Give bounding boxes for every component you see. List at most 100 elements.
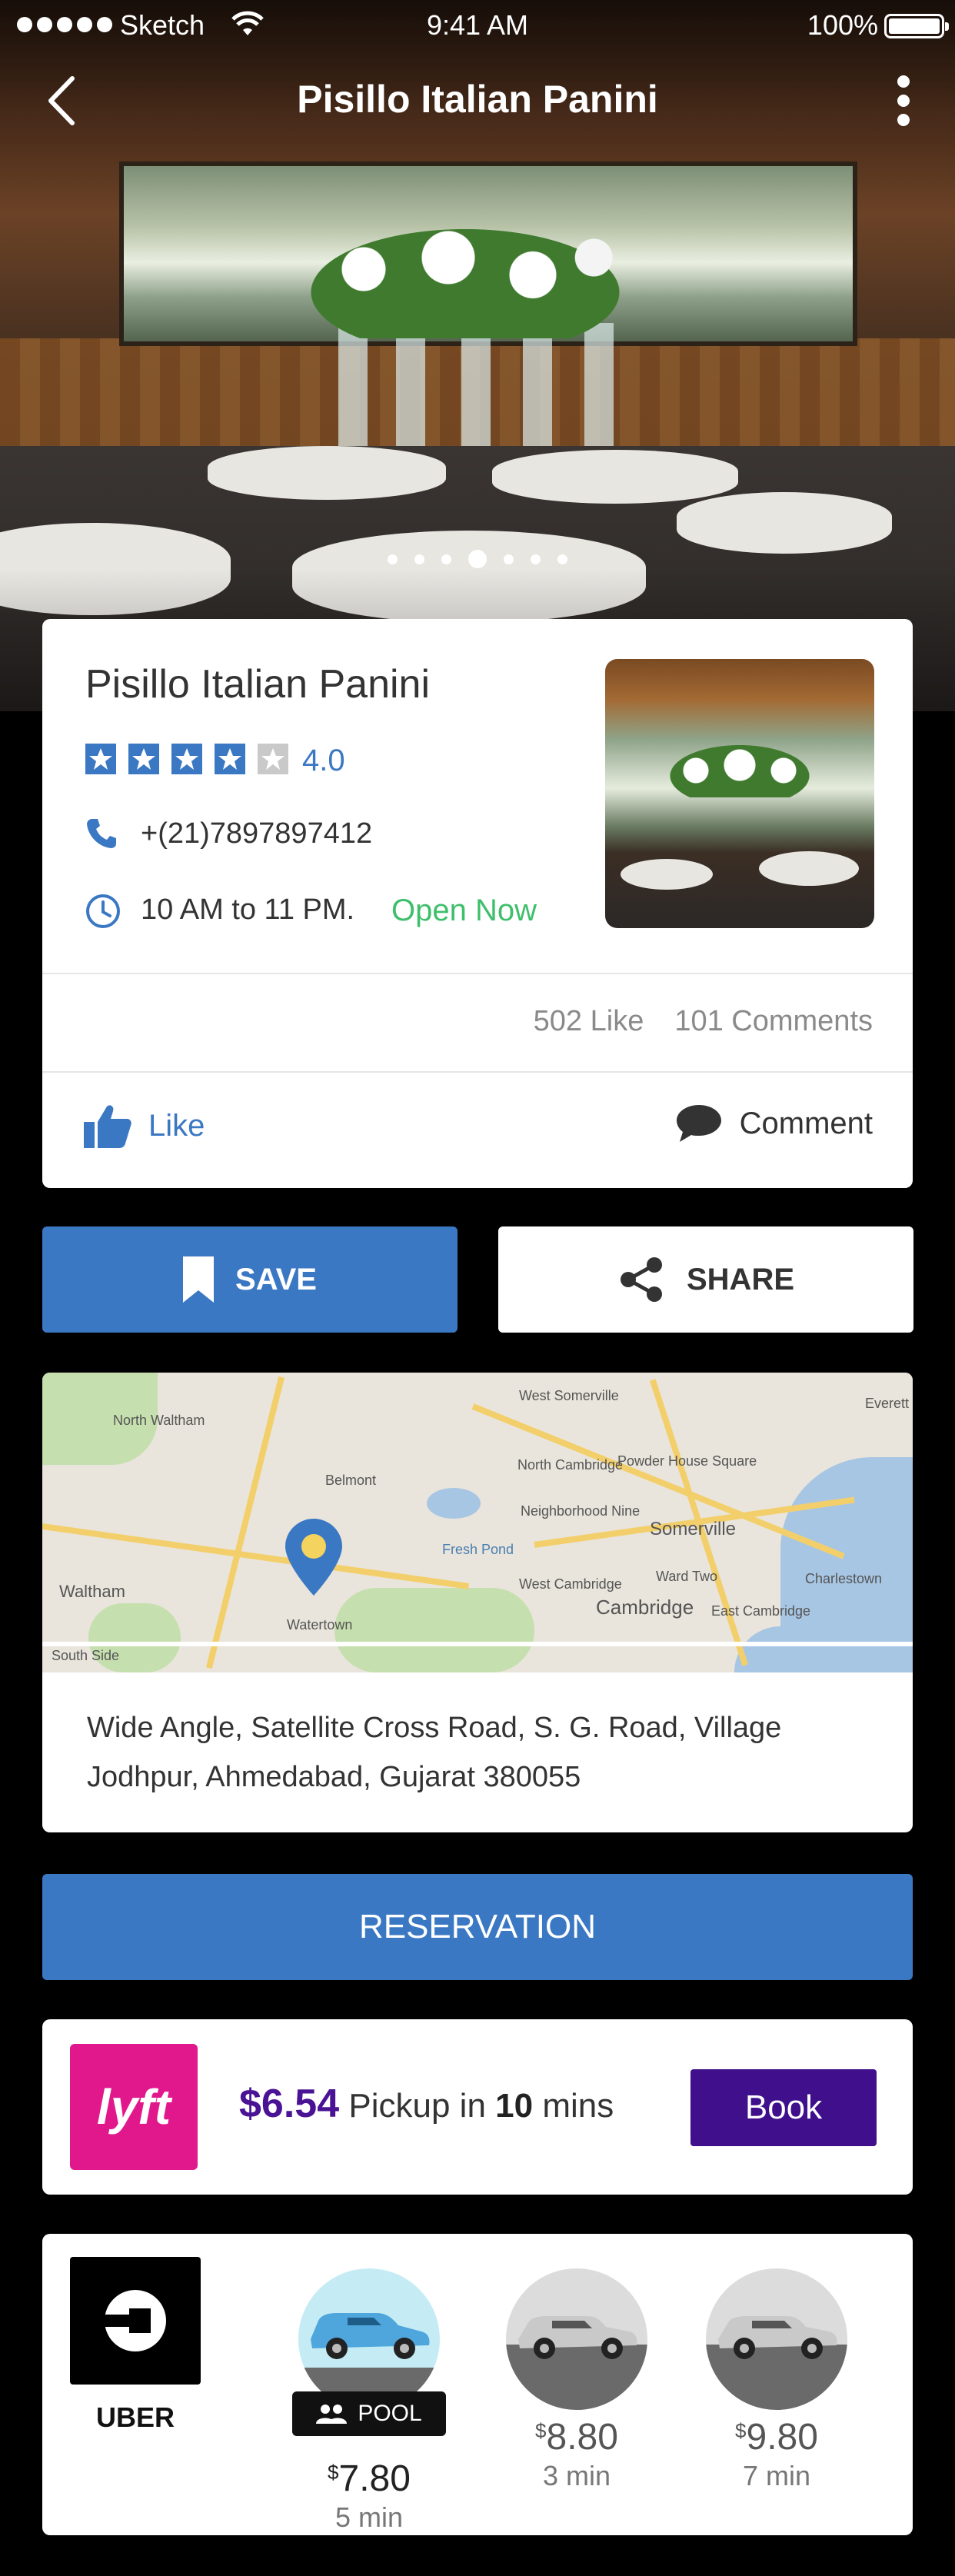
map-pond (427, 1488, 481, 1519)
car-icon (718, 2316, 837, 2359)
star-icon (171, 744, 202, 774)
comment-count[interactable]: 101 Comments (674, 1005, 873, 1038)
opening-hours: 10 AM to 11 PM. (141, 894, 355, 926)
map-label: North Waltham (113, 1413, 205, 1428)
star-icon (85, 744, 116, 774)
map-label: East Cambridge (711, 1603, 811, 1619)
ride-price: $9.80 (735, 2417, 818, 2458)
like-label: Like (148, 1108, 205, 1143)
map-view[interactable]: North Waltham Belmont North Cambridge Po… (42, 1373, 913, 1672)
share-icon (620, 1257, 662, 1302)
map-label: South Side (52, 1648, 120, 1663)
pager-dot[interactable] (441, 554, 451, 564)
pager-dot[interactable] (557, 554, 567, 564)
pager-dot[interactable] (468, 550, 487, 568)
more-vertical-icon[interactable] (892, 75, 915, 126)
map-label: Somerville (650, 1519, 737, 1539)
pool-label: POOL (358, 2401, 422, 2426)
uber-ride-option[interactable]: $9.80 7 min (700, 2268, 854, 2492)
phone-number[interactable]: +(21)7897897412 (141, 817, 372, 850)
map-label: Neighborhood Nine (521, 1503, 641, 1519)
lyft-pickup-suffix: mins (542, 2087, 614, 2125)
like-count[interactable]: 502 Like (534, 1005, 644, 1038)
lyft-price: $6.54 (239, 2082, 340, 2126)
map-label: West Cambridge (519, 1576, 622, 1592)
open-status: Open Now (391, 894, 537, 927)
map-road (42, 1642, 913, 1646)
star-icon (215, 744, 245, 774)
map-label: Waltham (59, 1582, 125, 1601)
thumbs-up-icon (84, 1105, 131, 1148)
pager-dot[interactable] (388, 554, 398, 564)
address-text: Wide Angle, Satellite Cross Road, S. G. … (87, 1712, 782, 1793)
star-icon (128, 744, 159, 774)
reservation-button[interactable]: RESERVATION (42, 1874, 913, 1980)
car-icon (518, 2316, 637, 2359)
map-label: West Somerville (519, 1388, 619, 1403)
car-illustration (506, 2268, 647, 2410)
book-button[interactable]: Book (690, 2069, 877, 2146)
map-label: Powder House Square (617, 1453, 757, 1469)
lyft-card: lyft $6.54 Pickup in 10 mins Book (42, 2019, 913, 2195)
ride-eta: 3 min (542, 2460, 611, 2491)
status-bar: Sketch 9:41 AM 100% (0, 0, 955, 51)
pager-dot[interactable] (414, 554, 424, 564)
restaurant-info-card: Pisillo Italian Panini 4.0 +(21)78978974… (42, 619, 913, 1188)
comment-icon (676, 1105, 721, 1142)
uber-logo-icon (98, 2290, 166, 2351)
battery-percent: 100% (807, 9, 878, 41)
engagement-counts: 502 Like 101 Comments (534, 1005, 873, 1038)
ride-price: $8.80 (535, 2417, 618, 2458)
save-label: SAVE (235, 1262, 317, 1296)
clock-icon (86, 894, 120, 928)
lyft-offer: $6.54 Pickup in 10 mins (239, 2081, 614, 2127)
restaurant-thumbnail[interactable] (605, 659, 874, 928)
map-label: Ward Two (656, 1569, 718, 1584)
ride-eta: 5 min (334, 2501, 404, 2533)
thumb-flowers (667, 744, 813, 797)
lyft-logo: lyft (70, 2044, 198, 2170)
thumb-table (621, 859, 713, 890)
bookmark-icon (183, 1256, 215, 1303)
map-pin-icon[interactable] (282, 1516, 345, 1599)
location-card: North Waltham Belmont North Cambridge Po… (42, 1373, 913, 1832)
like-button[interactable]: Like (84, 1103, 205, 1148)
ride-eta: 7 min (742, 2460, 811, 2491)
thumb-table (759, 851, 859, 886)
page-title: Pisillo Italian Panini (297, 78, 658, 121)
map-label: Watertown (287, 1617, 353, 1632)
battery-icon (884, 14, 949, 38)
ride-price: $7.80 (328, 2458, 411, 2499)
map-road (42, 1523, 470, 1589)
save-button[interactable]: SAVE (42, 1226, 458, 1333)
pager-dot[interactable] (504, 554, 514, 564)
restaurant-name: Pisillo Italian Panini (85, 662, 431, 707)
divider (42, 973, 913, 974)
uber-label: UBER (95, 2401, 175, 2433)
map-label: Fresh Pond (442, 1542, 514, 1557)
rating-value: 4.0 (302, 744, 345, 777)
gallery-pager[interactable] (0, 550, 955, 568)
map-label: North Cambridge (517, 1457, 624, 1473)
uber-logo (70, 2257, 201, 2385)
comment-label: Comment (739, 1106, 873, 1140)
map-label: Everett (865, 1396, 910, 1411)
map-label: Charlestown (805, 1571, 883, 1586)
star-icon (258, 744, 288, 774)
share-button[interactable]: SHARE (498, 1226, 913, 1333)
map-label: Belmont (325, 1473, 377, 1488)
pool-badge: POOL (292, 2391, 446, 2436)
uber-ride-option[interactable]: POOL $7.80 5 min (292, 2268, 446, 2534)
uber-card: UBER POOL $7.80 5 min $8.80 3 min $9.80 … (42, 2234, 913, 2535)
uber-ride-option[interactable]: $8.80 3 min (500, 2268, 654, 2492)
car-icon (311, 2313, 430, 2359)
map-river (734, 1626, 913, 1672)
car-illustration (298, 2268, 440, 2410)
comment-button[interactable]: Comment (675, 1103, 873, 1143)
pager-dot[interactable] (531, 554, 541, 564)
car-illustration (706, 2268, 847, 2410)
share-label: SHARE (686, 1262, 795, 1296)
map-label: Cambridge (596, 1596, 694, 1619)
lyft-pickup-prefix: Pickup in (348, 2087, 486, 2125)
map-road (205, 1376, 285, 1669)
